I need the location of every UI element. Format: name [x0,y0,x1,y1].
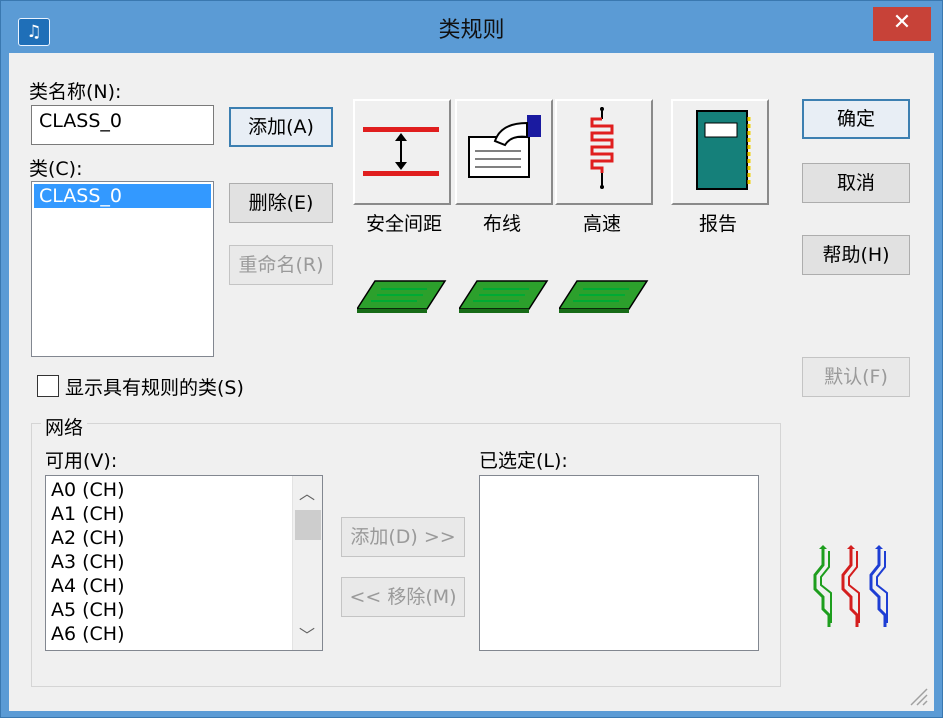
class-list[interactable]: CLASS_0 [31,181,214,357]
pcb-board-icon [459,280,549,313]
show-rules-checkbox[interactable] [37,375,59,397]
default-button[interactable]: 默认(F) [802,357,910,397]
selected-nets-label: 已选定(L): [479,450,568,472]
available-nets-scrollbar[interactable]: ︿ ﹀ [292,476,322,650]
net-list-item[interactable]: A3 (CH) [46,550,322,574]
class-list-item[interactable]: CLASS_0 [34,184,211,208]
available-nets-list[interactable]: A0 (CH) A1 (CH) A2 (CH) A3 (CH) A4 (CH) … [45,475,323,651]
net-traces-icon [813,545,888,627]
title-bar[interactable]: ♫ 类规则 ✕ [1,1,942,53]
pcb-board-icon [357,280,447,313]
add-net-button[interactable]: 添加(D) >> [341,517,465,557]
net-list-item[interactable]: A1 (CH) [46,502,322,526]
class-rules-dialog: ♫ 类规则 ✕ 类名称(N): CLASS_0 类(C): CLASS_0 添加… [0,0,943,718]
clearance-rule-button[interactable] [353,99,451,205]
net-list-item[interactable]: A4 (CH) [46,574,322,598]
net-list-item[interactable]: A5 (CH) [46,598,322,622]
report-rule-label: 报告 [698,213,737,235]
available-nets-label: 可用(V): [45,450,118,472]
class-name-input[interactable]: CLASS_0 [31,105,214,145]
report-rule-button[interactable] [671,99,769,205]
add-class-button[interactable]: 添加(A) [229,107,333,147]
window-title: 类规则 [438,18,505,43]
scroll-thumb[interactable] [295,510,321,540]
class-list-label: 类(C): [29,158,83,180]
clearance-rule-label: 安全间距 [365,213,442,235]
high-speed-rule-button[interactable] [555,99,653,205]
remove-net-button[interactable]: << 移除(M) [341,577,465,617]
pcb-board-icon [559,280,649,313]
cancel-button[interactable]: 取消 [802,163,910,203]
rename-class-button[interactable]: 重命名(R) [229,245,333,285]
routing-rule-label: 布线 [482,213,521,235]
clearance-icon [363,127,439,176]
dialog-body: 类名称(N): CLASS_0 类(C): CLASS_0 添加(A) 删除(E… [9,53,934,711]
ok-button[interactable]: 确定 [802,99,910,139]
class-name-label: 类名称(N): [29,81,122,103]
report-icon [696,110,751,190]
high-speed-rule-label: 高速 [582,213,621,235]
show-rules-label: 显示具有规则的类(S) [65,377,244,399]
routing-icon [468,115,541,178]
net-list-item[interactable]: A0 (CH) [46,478,322,502]
close-button[interactable]: ✕ [873,7,931,41]
routing-rule-button[interactable] [455,99,553,205]
help-button[interactable]: 帮助(H) [802,235,910,275]
scroll-up-icon[interactable]: ︿ [299,480,315,504]
high-speed-icon [590,107,614,189]
selected-nets-list[interactable] [479,475,759,651]
nets-group-label: 网络 [41,413,88,440]
net-list-item[interactable]: A6 (CH) [46,622,322,646]
delete-class-button[interactable]: 删除(E) [229,183,333,223]
net-list-item[interactable]: A2 (CH) [46,526,322,550]
resize-grip-icon[interactable] [907,685,929,707]
scroll-down-icon[interactable]: ﹀ [299,622,315,646]
